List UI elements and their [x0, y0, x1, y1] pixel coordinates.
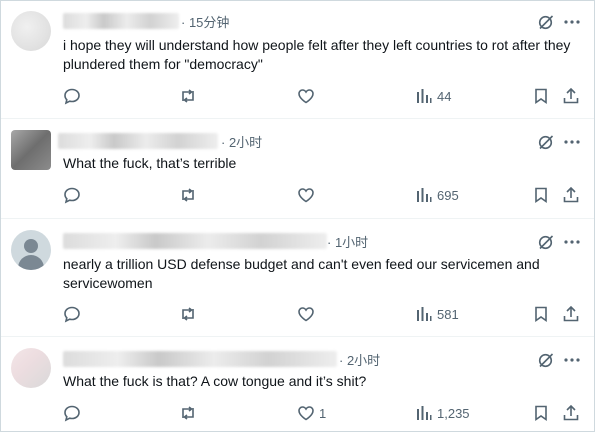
share-icon	[563, 186, 579, 203]
views-icon	[417, 307, 432, 321]
reply-icon	[64, 88, 80, 105]
share-icon	[563, 404, 579, 421]
views-icon	[417, 89, 432, 103]
view-count: 44	[437, 88, 452, 104]
grok-icon[interactable]	[537, 133, 555, 151]
more-icon[interactable]	[563, 233, 581, 251]
bookmark-button[interactable]	[532, 304, 550, 324]
reply-icon	[64, 187, 80, 204]
repost-button[interactable]	[179, 304, 197, 324]
more-icon[interactable]	[563, 351, 581, 369]
repost-icon	[182, 89, 194, 103]
default-avatar-icon	[24, 239, 38, 253]
views-button[interactable]: 1,235	[415, 403, 470, 423]
view-count: 581	[437, 306, 459, 322]
views-button[interactable]: 44	[415, 86, 451, 106]
bookmark-icon	[535, 187, 547, 204]
view-count: 1,235	[437, 405, 470, 421]
reply-icon	[64, 306, 80, 323]
grok-icon[interactable]	[537, 351, 555, 369]
share-button[interactable]	[562, 403, 580, 423]
more-icon[interactable]	[563, 13, 581, 31]
reply-button[interactable]	[63, 403, 81, 423]
author-name-redacted[interactable]	[63, 233, 327, 249]
like-icon	[298, 307, 314, 322]
like-icon	[298, 188, 314, 203]
bookmark-icon	[535, 306, 547, 323]
like-button[interactable]	[297, 86, 319, 106]
timestamp[interactable]: · 2小时	[339, 350, 380, 369]
reply-text: What the fuck, that’s terrible	[63, 155, 237, 171]
grok-icon[interactable]	[537, 13, 555, 31]
reply-text: i hope they will understand how people f…	[63, 37, 571, 72]
repost-icon	[182, 406, 194, 420]
like-icon	[298, 406, 314, 421]
repost-button[interactable]	[179, 185, 197, 205]
repost-button[interactable]	[179, 86, 197, 106]
reply-text: What the fuck is that? A cow tongue and …	[63, 373, 367, 389]
share-icon	[563, 87, 579, 104]
timestamp[interactable]: · 2小时	[221, 132, 262, 151]
reply-button[interactable]	[63, 304, 81, 324]
view-count: 695	[437, 187, 459, 203]
bookmark-button[interactable]	[532, 403, 550, 423]
views-button[interactable]: 581	[415, 304, 459, 324]
reply-tweet[interactable]: · 2小时 What the fuck, that’s terrible 695	[1, 118, 594, 219]
reply-tweet[interactable]: · 15分钟 i hope they will understand how p…	[1, 1, 594, 119]
share-button[interactable]	[562, 304, 580, 324]
reply-icon	[64, 405, 80, 422]
repost-button[interactable]	[179, 403, 197, 423]
grok-icon[interactable]	[537, 233, 555, 251]
reply-button[interactable]	[63, 185, 81, 205]
reply-tweet[interactable]: · 2小时 What the fuck is that? A cow tongu…	[1, 336, 594, 431]
reply-feed: · 15分钟 i hope they will understand how p…	[0, 0, 595, 432]
reply-button[interactable]	[63, 86, 81, 106]
like-button[interactable]: 1	[297, 403, 326, 423]
author-name-redacted[interactable]	[63, 13, 179, 29]
share-button[interactable]	[562, 86, 580, 106]
bookmark-button[interactable]	[532, 185, 550, 205]
bookmark-button[interactable]	[532, 86, 550, 106]
share-icon	[563, 305, 579, 322]
views-icon	[417, 406, 432, 420]
reply-text: nearly a trillion USD defense budget and…	[63, 256, 540, 291]
like-button[interactable]	[297, 304, 319, 324]
avatar[interactable]	[11, 230, 51, 270]
views-icon	[417, 188, 432, 202]
timestamp[interactable]: · 15分钟	[181, 12, 229, 31]
more-icon[interactable]	[563, 133, 581, 151]
views-button[interactable]: 695	[415, 185, 459, 205]
avatar[interactable]	[11, 130, 51, 170]
like-icon	[298, 89, 314, 104]
avatar[interactable]	[11, 348, 51, 388]
bookmark-icon	[535, 405, 547, 422]
like-count: 1	[319, 405, 327, 421]
share-button[interactable]	[562, 185, 580, 205]
reply-tweet[interactable]: · 1小时 nearly a trillion USD defense budg…	[1, 218, 594, 337]
author-name-redacted[interactable]	[58, 133, 218, 149]
repost-icon	[182, 188, 194, 202]
bookmark-icon	[535, 88, 547, 105]
avatar[interactable]	[11, 11, 51, 51]
repost-icon	[182, 307, 194, 321]
timestamp[interactable]: · 1小时	[327, 232, 368, 251]
like-button[interactable]	[297, 185, 319, 205]
author-name-redacted[interactable]	[63, 351, 337, 367]
